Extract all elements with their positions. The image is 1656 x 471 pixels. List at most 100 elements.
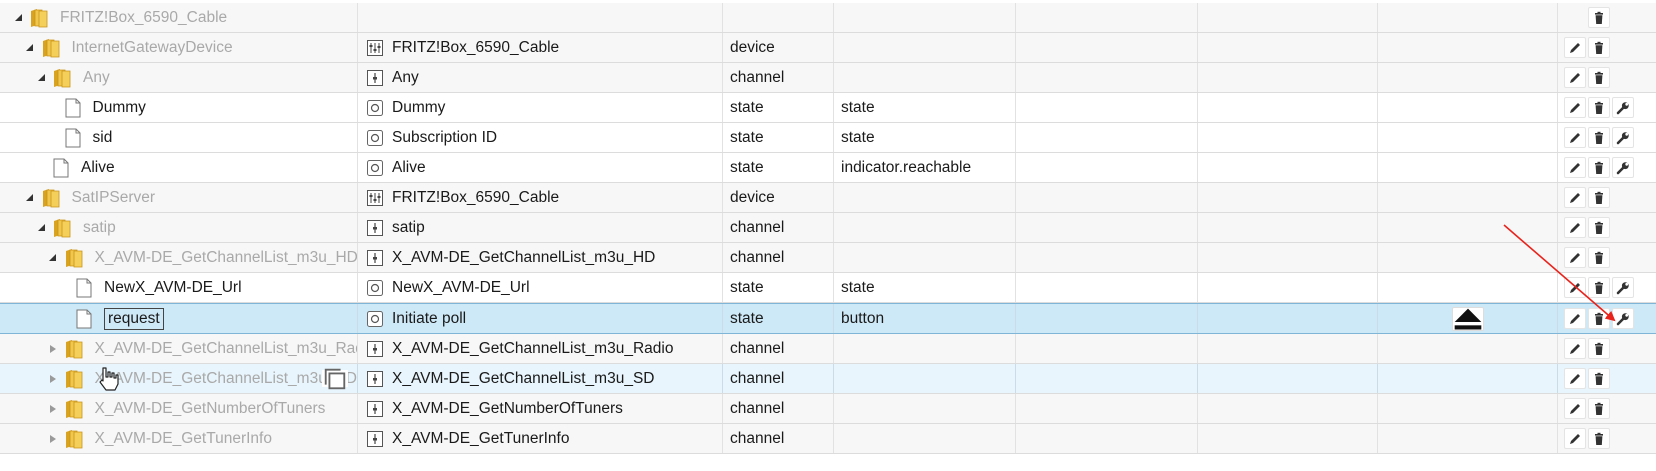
tree-row[interactable]: X_AVM-DE_GetChannelList_m3u_SD X_AVM-DE_G… (0, 364, 1656, 394)
function-cell (1198, 424, 1378, 453)
delete-icon[interactable] (1588, 428, 1610, 449)
delete-icon[interactable] (1588, 398, 1610, 419)
tree-row[interactable]: Any Any channel (0, 63, 1656, 93)
wrench-icon[interactable] (1612, 97, 1634, 118)
eject-icon[interactable] (1451, 306, 1484, 331)
object-id-label[interactable]: X_AVM-DE_GetChannelList_m3u_Radio (95, 340, 358, 358)
edit-icon[interactable] (1564, 368, 1586, 389)
edit-icon[interactable] (1564, 308, 1586, 329)
expand-toggle-icon[interactable] (47, 373, 59, 385)
delete-icon[interactable] (1588, 37, 1610, 58)
edit-icon[interactable] (1564, 37, 1586, 58)
tree-row[interactable]: InternetGatewayDevice FRITZ!Box_6590_Cabl… (0, 33, 1656, 63)
object-id-label[interactable]: NewX_AVM-DE_Url (104, 279, 242, 297)
role-cell (834, 33, 1016, 62)
object-id-label[interactable]: request (104, 307, 164, 330)
copy-icon[interactable] (322, 368, 348, 389)
name-cell: FRITZ!Box_6590_Cable (358, 183, 723, 212)
role-cell (834, 213, 1016, 242)
edit-icon[interactable] (1564, 428, 1586, 449)
room-cell (1016, 3, 1198, 32)
object-id-label[interactable]: X_AVM-DE_GetTunerInfo (95, 430, 272, 448)
object-id-label[interactable]: sid (93, 129, 113, 147)
expand-toggle-icon[interactable] (47, 343, 59, 355)
wrench-icon[interactable] (1612, 157, 1634, 178)
delete-icon[interactable] (1588, 277, 1610, 298)
channel-icon (367, 249, 383, 266)
expand-toggle-icon[interactable] (47, 433, 59, 445)
edit-icon[interactable] (1564, 187, 1586, 208)
object-id-label[interactable]: X_AVM-DE_GetChannelList_m3u_HD (95, 249, 358, 267)
collapse-toggle-icon[interactable] (35, 222, 47, 234)
role-cell: indicator.reachable (834, 153, 1016, 182)
name-cell: FRITZ!Box_6590_Cable (358, 33, 723, 62)
tree-row[interactable]: X_AVM-DE_GetNumberOfTuners X_AVM-DE_GetNu… (0, 394, 1656, 424)
object-id-label[interactable]: Dummy (93, 99, 146, 117)
name-cell: X_AVM-DE_GetNumberOfTuners (358, 394, 723, 423)
collapse-toggle-icon[interactable] (47, 252, 59, 264)
actions-cell (1558, 93, 1656, 122)
wrench-icon[interactable] (1612, 277, 1634, 298)
delete-icon[interactable] (1588, 338, 1610, 359)
expand-toggle-icon[interactable] (47, 403, 59, 415)
tree-row[interactable]: request Initiate poll state button (0, 303, 1656, 334)
edit-icon[interactable] (1564, 217, 1586, 238)
edit-icon[interactable] (1564, 67, 1586, 88)
wrench-icon[interactable] (1612, 308, 1634, 329)
delete-icon[interactable] (1588, 368, 1610, 389)
object-id-label[interactable]: Alive (81, 159, 115, 177)
tree-row[interactable]: FRITZ!Box_6590_Cable (0, 3, 1656, 33)
wrench-icon[interactable] (1612, 127, 1634, 148)
name-cell: X_AVM-DE_GetTunerInfo (358, 424, 723, 453)
collapse-toggle-icon[interactable] (35, 72, 47, 84)
document-icon (65, 98, 81, 118)
delete-icon[interactable] (1588, 217, 1610, 238)
object-id-label[interactable]: satip (83, 219, 116, 237)
delete-icon[interactable] (1588, 157, 1610, 178)
tree-row[interactable]: Alive Alive state indicator.reachable (0, 153, 1656, 183)
object-id-label[interactable]: X_AVM-DE_GetChannelList_m3u_SD (95, 370, 357, 388)
object-id-label[interactable]: Any (83, 69, 110, 87)
edit-icon[interactable] (1564, 247, 1586, 268)
collapse-toggle-icon[interactable] (24, 42, 36, 54)
state-icon (367, 159, 383, 176)
delete-icon[interactable] (1588, 308, 1610, 329)
delete-icon[interactable] (1588, 247, 1610, 268)
tree-row[interactable]: SatIPServer FRITZ!Box_6590_Cable device (0, 183, 1656, 213)
edit-icon[interactable] (1564, 277, 1586, 298)
document-icon (76, 309, 92, 329)
tree-row[interactable]: NewX_AVM-DE_Url NewX_AVM-DE_Url state state (0, 273, 1656, 303)
edit-icon[interactable] (1564, 157, 1586, 178)
collapse-toggle-icon[interactable] (12, 12, 24, 24)
room-cell (1016, 424, 1198, 453)
object-name: FRITZ!Box_6590_Cable (392, 38, 560, 56)
room-cell (1016, 63, 1198, 92)
tree-row[interactable]: sid Subscription ID state state (0, 123, 1656, 153)
delete-icon[interactable] (1588, 127, 1610, 148)
edit-icon[interactable] (1564, 338, 1586, 359)
name-cell: Initiate poll (358, 304, 723, 333)
delete-icon[interactable] (1588, 7, 1610, 28)
state-icon (367, 279, 383, 296)
actions-cell (1558, 273, 1656, 302)
value-cell (1378, 304, 1558, 333)
delete-icon[interactable] (1588, 187, 1610, 208)
delete-icon[interactable] (1588, 67, 1610, 88)
type-cell: device (723, 33, 834, 62)
tree-row[interactable]: X_AVM-DE_GetTunerInfo X_AVM-DE_GetTunerIn… (0, 424, 1656, 454)
edit-icon[interactable] (1564, 97, 1586, 118)
object-id-label[interactable]: FRITZ!Box_6590_Cable (60, 9, 227, 27)
object-id-label[interactable]: InternetGatewayDevice (72, 39, 233, 57)
collapse-toggle-icon[interactable] (24, 192, 36, 204)
device-icon (367, 39, 383, 56)
delete-icon[interactable] (1588, 97, 1610, 118)
tree-row[interactable]: X_AVM-DE_GetChannelList_m3u_HD X_AVM-DE_G… (0, 243, 1656, 273)
tree-row[interactable]: X_AVM-DE_GetChannelList_m3u_Radio X_AVM-D… (0, 334, 1656, 364)
value-cell (1378, 3, 1558, 32)
object-id-label[interactable]: SatIPServer (72, 189, 156, 207)
object-id-label[interactable]: X_AVM-DE_GetNumberOfTuners (95, 400, 326, 418)
edit-icon[interactable] (1564, 127, 1586, 148)
tree-row[interactable]: satip satip channel (0, 213, 1656, 243)
edit-icon[interactable] (1564, 398, 1586, 419)
tree-row[interactable]: Dummy Dummy state state (0, 93, 1656, 123)
